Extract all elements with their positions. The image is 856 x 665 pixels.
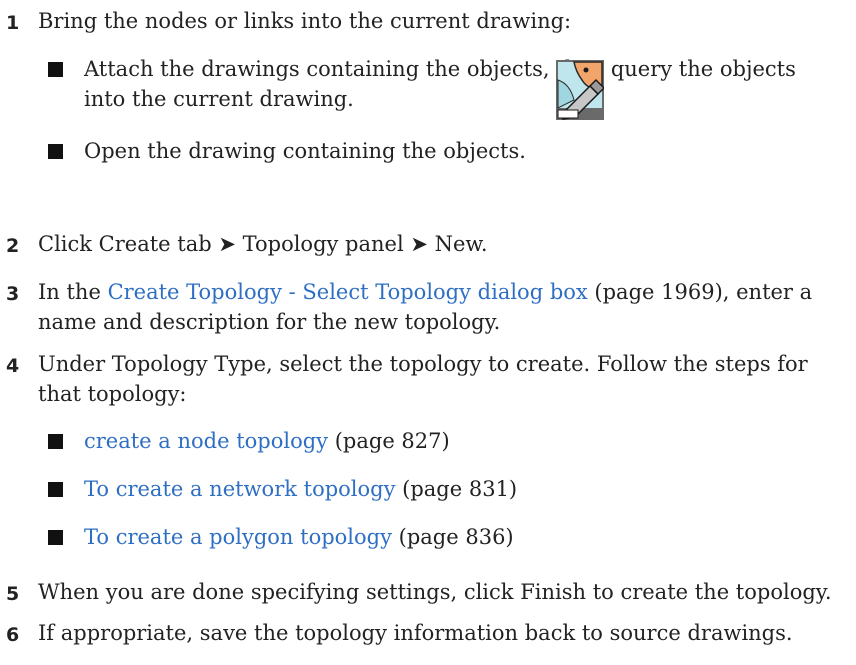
step-5-text: When you are done specifying settings, c…	[38, 580, 832, 604]
step-6-text: If appropriate, save the topology inform…	[38, 621, 793, 645]
step-3-line-1: In the Create Topology - Select Topology…	[38, 276, 812, 308]
step-number-3: 3	[6, 283, 20, 305]
step-4-bullet-1: create a node topology (page 827)	[84, 425, 450, 457]
step-number-1: 1	[6, 12, 20, 34]
page-ref: (page 836)	[391, 525, 514, 549]
page-ref: (page 831)	[395, 477, 518, 501]
step-3-text-pre: In the	[38, 280, 108, 304]
step-number-6: 6	[6, 624, 20, 646]
step-1-bullet-1-line1: Attach the drawings containing the objec…	[84, 57, 796, 81]
bullet-marker	[48, 530, 63, 545]
topology-new-icon[interactable]	[556, 60, 604, 120]
link-create-node-topology[interactable]: create a node topology	[84, 429, 328, 453]
step-4-bullet-3: To create a polygon topology (page 836)	[84, 521, 514, 553]
step-1-bullet-2: Open the drawing containing the objects.	[84, 139, 526, 163]
step-4-line-1: Under Topology Type, select the topology…	[38, 352, 808, 376]
step-number-2: 2	[6, 235, 20, 257]
step-1-text: Bring the nodes or links into the curren…	[38, 9, 572, 33]
bullet-marker	[48, 482, 63, 497]
bullet-marker	[48, 434, 63, 449]
step-number-4: 4	[6, 355, 20, 377]
step-number-5: 5	[6, 583, 20, 605]
step-4-bullet-2: To create a network topology (page 831)	[84, 473, 517, 505]
step-1-bullet-1-line2: into the current drawing.	[84, 87, 354, 111]
link-create-network-topology[interactable]: To create a network topology	[84, 477, 395, 501]
step-4-line-2: that topology:	[38, 382, 187, 406]
page-ref: (page 827)	[328, 429, 450, 453]
bullet-marker	[48, 62, 63, 77]
step-3-line-2: name and description for the new topolog…	[38, 310, 501, 334]
bullet-marker	[48, 144, 63, 159]
link-create-topology-dialog[interactable]: Create Topology - Select Topology dialog…	[108, 280, 588, 304]
link-create-polygon-topology[interactable]: To create a polygon topology	[84, 525, 392, 549]
step-3-text-post: (page 1969), enter a	[587, 280, 813, 304]
step-2-text: Click Create tab ➤ Topology panel ➤ New.	[38, 232, 488, 256]
